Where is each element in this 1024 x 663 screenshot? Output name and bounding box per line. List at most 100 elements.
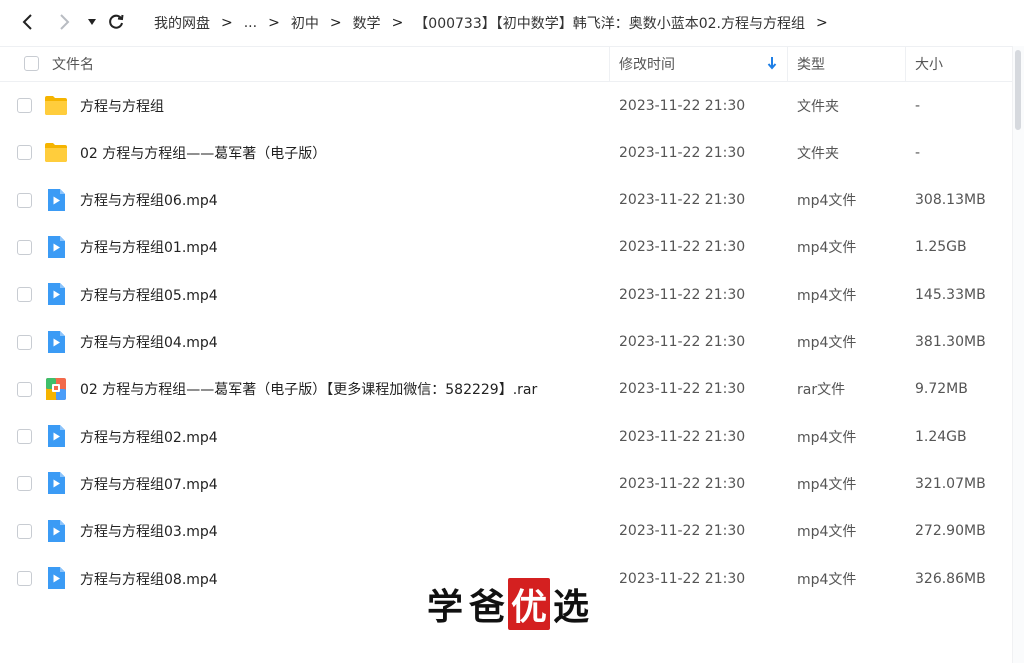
breadcrumb-item[interactable]: 初中 — [289, 13, 321, 33]
file-size: 1.25GB — [915, 239, 967, 256]
file-row[interactable]: 方程与方程组07.mp4 2023-11-22 21:30 mp4文件 321.07M… — [0, 460, 1012, 507]
file-size: 321.07MB — [915, 475, 986, 492]
chevron-right-icon: > — [816, 15, 828, 31]
file-name[interactable]: 方程与方程组01.mp4 — [80, 224, 218, 271]
video-icon — [44, 471, 68, 495]
file-row[interactable]: 方程与方程组04.mp4 2023-11-22 21:30 mp4文件 381.30M… — [0, 319, 1012, 366]
chevron-right-icon: > — [329, 15, 342, 31]
breadcrumb-item[interactable]: 数学 — [351, 13, 383, 33]
file-row[interactable]: 方程与方程组05.mp4 2023-11-22 21:30 mp4文件 145.33M… — [0, 271, 1012, 318]
watermark-char: 选 — [553, 586, 590, 628]
row-checkbox[interactable] — [17, 476, 32, 492]
file-size: - — [915, 144, 921, 161]
column-divider — [787, 47, 788, 81]
file-modified-time: 2023-11-22 21:30 — [619, 523, 746, 540]
row-checkbox[interactable] — [17, 98, 32, 113]
file-type: mp4文件 — [797, 287, 857, 304]
folder-icon — [44, 140, 68, 164]
file-row[interactable]: 方程与方程组03.mp4 2023-11-22 21:30 mp4文件 272.90M… — [0, 508, 1012, 555]
file-row[interactable]: 02 方程与方程组——葛军著（电子版）【更多课程加微信：582229】.rar 2… — [0, 366, 1012, 413]
breadcrumb: 我的网盘 >... > 初中 > 数学 > 【000733】【初中数学】韩飞洋：奥数小蓝本02… — [152, 0, 837, 46]
file-name[interactable]: 02 方程与方程组——葛军著（电子版）【更多课程加微信：582229】.rar — [80, 366, 537, 413]
file-modified-time: 2023-11-22 21:30 — [619, 97, 746, 114]
breadcrumb-item[interactable]: 我的网盘 — [152, 13, 212, 33]
file-type: mp4文件 — [797, 193, 857, 210]
video-icon — [44, 235, 68, 259]
file-type: mp4文件 — [797, 240, 857, 257]
navigation-bar: 我的网盘 >... > 初中 > 数学 > 【000733】【初中数学】韩飞洋：奥数小蓝本02… — [0, 0, 1024, 46]
file-name[interactable]: 方程与方程组08.mp4 — [80, 555, 218, 602]
chevron-right-icon: > — [391, 15, 404, 31]
file-list-header: 文件名 修改时间 类型 大小 — [0, 46, 1012, 82]
breadcrumb-item[interactable]: 【000733】【初中数学】韩飞洋：奥数小蓝本02.方程与方程组 — [412, 13, 807, 33]
chevron-right-icon: > — [221, 15, 233, 31]
file-modified-time: 2023-11-22 21:30 — [619, 144, 746, 161]
file-name[interactable]: 方程与方程组03.mp4 — [80, 508, 218, 555]
file-name[interactable]: 方程与方程组07.mp4 — [80, 460, 218, 507]
file-size: 381.30MB — [915, 334, 986, 350]
row-checkbox[interactable] — [17, 287, 32, 303]
scrollbar-track[interactable] — [1012, 46, 1024, 663]
file-size: 145.33MB — [915, 286, 986, 303]
file-row[interactable]: 02 方程与方程组——葛军著（电子版） 2023-11-22 21:30 文件夹 - — [0, 129, 1012, 176]
video-icon — [44, 519, 68, 543]
watermark-char: 学 — [427, 586, 464, 628]
select-all-checkbox[interactable] — [24, 56, 39, 71]
file-row[interactable]: 方程与方程组02.mp4 2023-11-22 21:30 mp4文件 1.24GB — [0, 413, 1012, 460]
row-checkbox[interactable] — [17, 239, 32, 255]
row-checkbox[interactable] — [17, 192, 32, 208]
file-modified-time: 2023-11-22 21:30 — [619, 286, 746, 303]
row-checkbox[interactable] — [17, 523, 32, 539]
watermark-char-highlight: 优 — [508, 578, 551, 630]
file-modified-time: 2023-11-22 21:30 — [619, 428, 746, 445]
file-modified-time: 2023-11-22 21:30 — [619, 239, 746, 256]
file-type: 文件夹 — [797, 145, 839, 162]
file-name[interactable]: 方程与方程组02.mp4 — [80, 413, 218, 460]
file-row[interactable]: 方程与方程组06.mp4 2023-11-22 21:30 mp4文件 308.13M… — [0, 177, 1012, 224]
refresh-icon[interactable] — [102, 8, 130, 36]
file-size: 9.72MB — [915, 381, 968, 398]
back-icon[interactable] — [14, 8, 42, 36]
row-checkbox[interactable] — [17, 381, 32, 397]
folder-icon — [44, 93, 68, 117]
file-type: 文件夹 — [797, 98, 839, 115]
arrow-down-icon[interactable] — [767, 56, 777, 74]
column-header-modified[interactable]: 修改时间 — [619, 47, 675, 81]
file-modified-time: 2023-11-22 21:30 — [619, 334, 746, 350]
file-type: mp4文件 — [797, 429, 857, 446]
row-checkbox[interactable] — [17, 145, 32, 161]
breadcrumb-item[interactable]: ... — [242, 15, 259, 31]
column-divider — [905, 47, 906, 81]
video-icon — [44, 330, 68, 354]
file-type: mp4文件 — [797, 476, 857, 493]
column-divider — [609, 47, 610, 81]
file-size: 326.86MB — [915, 570, 986, 587]
file-size: 308.13MB — [915, 192, 986, 209]
column-header-name[interactable]: 文件名 — [52, 47, 94, 81]
file-modified-time: 2023-11-22 21:30 — [619, 381, 746, 398]
video-icon — [44, 566, 68, 590]
row-checkbox[interactable] — [17, 429, 32, 445]
watermark-logo: 学 爸 优 选 — [424, 578, 592, 630]
file-type: mp4文件 — [797, 571, 857, 588]
file-modified-time: 2023-11-22 21:30 — [619, 475, 746, 492]
file-name[interactable]: 02 方程与方程组——葛军著（电子版） — [80, 129, 326, 176]
file-name[interactable]: 方程与方程组04.mp4 — [80, 319, 218, 366]
file-name[interactable]: 方程与方程组05.mp4 — [80, 271, 218, 318]
file-type: mp4文件 — [797, 524, 857, 541]
row-checkbox[interactable] — [17, 334, 32, 350]
file-row[interactable]: 方程与方程组 2023-11-22 21:30 文件夹 - — [0, 82, 1012, 129]
file-name[interactable]: 方程与方程组 — [80, 82, 164, 129]
file-size: 272.90MB — [915, 523, 986, 540]
file-size: - — [915, 97, 921, 114]
forward-icon[interactable] — [50, 8, 78, 36]
row-checkbox[interactable] — [17, 571, 32, 586]
file-row[interactable]: 方程与方程组01.mp4 2023-11-22 21:30 mp4文件 1.25GB — [0, 224, 1012, 271]
file-name[interactable]: 方程与方程组06.mp4 — [80, 177, 218, 224]
watermark-char: 爸 — [469, 586, 506, 628]
chevron-right-icon: > — [268, 15, 280, 31]
video-icon — [44, 188, 68, 212]
column-header-size[interactable]: 大小 — [915, 47, 943, 81]
scrollbar-thumb[interactable] — [1015, 50, 1021, 130]
column-header-type[interactable]: 类型 — [797, 47, 825, 81]
